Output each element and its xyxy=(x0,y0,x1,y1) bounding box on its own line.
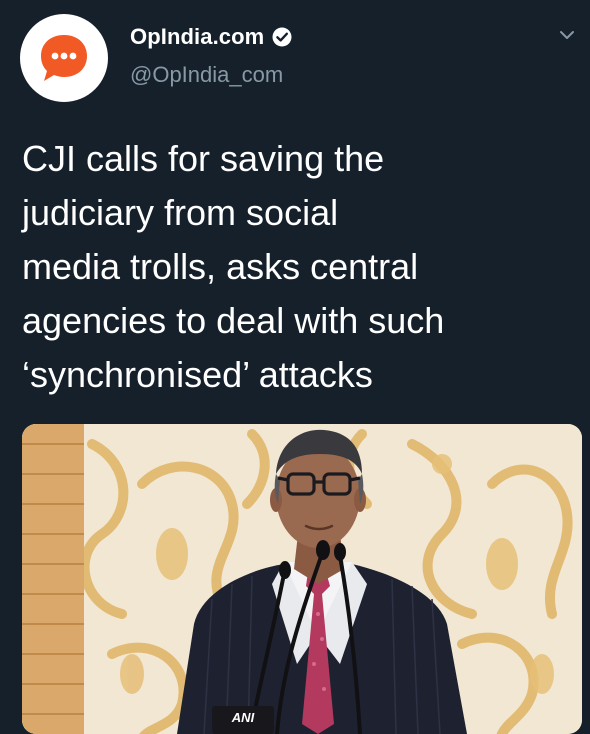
author-name-row: OpIndia.com xyxy=(130,24,292,50)
tweet-card[interactable]: OpIndia.com @OpIndia_com CJI calls for s… xyxy=(0,0,590,734)
author-info: OpIndia.com @OpIndia_com xyxy=(130,24,292,88)
author-handle[interactable]: @OpIndia_com xyxy=(130,62,292,88)
tweet-text: CJI calls for saving the judiciary from … xyxy=(22,138,445,395)
news-photo-icon xyxy=(22,424,582,734)
tweet-media-image[interactable]: ANI xyxy=(22,424,582,734)
ani-mic-label: ANI xyxy=(231,710,255,725)
verified-badge-icon xyxy=(272,27,292,47)
author-avatar[interactable] xyxy=(20,14,108,102)
speech-bubble-icon xyxy=(41,35,87,81)
author-display-name[interactable]: OpIndia.com xyxy=(130,24,264,50)
chevron-down-icon[interactable] xyxy=(558,28,576,42)
